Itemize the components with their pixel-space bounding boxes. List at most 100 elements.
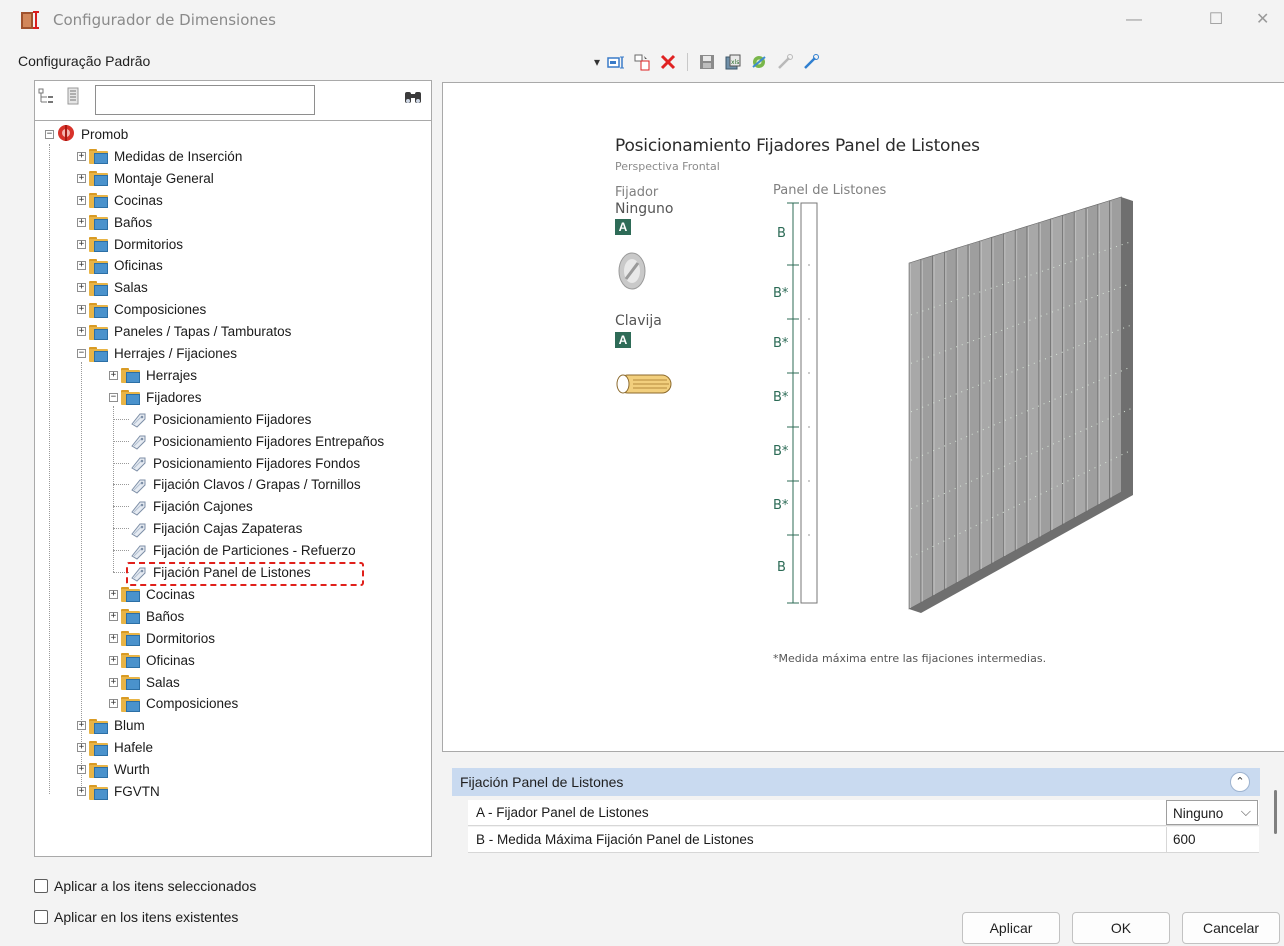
- delete-icon[interactable]: [658, 52, 678, 72]
- tree-folder[interactable]: + Dormitorios: [109, 628, 215, 649]
- tree-search-input[interactable]: [95, 85, 315, 115]
- expand-icon[interactable]: +: [77, 765, 86, 775]
- tree-folder[interactable]: + Paneles / Tapas / Tamburatos: [77, 321, 291, 342]
- maximize-button[interactable]: ☐: [1196, 6, 1236, 34]
- expand-all-icon[interactable]: [65, 87, 81, 108]
- expand-icon[interactable]: +: [109, 699, 118, 709]
- slat-panel-illustration: [905, 195, 1135, 618]
- expand-icon[interactable]: +: [109, 677, 118, 687]
- expand-icon[interactable]: +: [77, 151, 86, 161]
- tree-toolbar: [35, 81, 431, 121]
- tree-node-label: Fijación Clavos / Grapas / Tornillos: [153, 477, 361, 493]
- expand-icon[interactable]: +: [77, 217, 86, 227]
- expand-icon[interactable]: +: [77, 261, 86, 271]
- tree-item[interactable]: Posicionamiento Fijadores: [113, 409, 312, 430]
- properties-icon[interactable]: [606, 52, 626, 72]
- tree-folder[interactable]: + Montaje General: [77, 168, 214, 189]
- expand-icon[interactable]: +: [77, 283, 86, 293]
- cancel-button[interactable]: Cancelar: [1182, 912, 1280, 944]
- expand-icon[interactable]: +: [109, 589, 118, 599]
- copy-icon[interactable]: [632, 52, 652, 72]
- export-icon[interactable]: xls: [723, 52, 743, 72]
- tree-folder[interactable]: + Cocinas: [77, 190, 163, 211]
- tree-folder[interactable]: + Composiciones: [77, 299, 206, 320]
- tree-folder[interactable]: + Dormitorios: [77, 234, 183, 255]
- tree-folder[interactable]: + Salas: [77, 277, 148, 298]
- collapse-section-icon[interactable]: ⌃: [1230, 772, 1250, 792]
- expand-icon[interactable]: +: [77, 239, 86, 249]
- tree-node-label: Posicionamiento Fijadores: [153, 411, 312, 427]
- tree-folder[interactable]: + Baños: [109, 606, 184, 627]
- fijador-select[interactable]: Ninguno ⌵: [1166, 800, 1258, 825]
- tree-node-label: Baños: [146, 608, 185, 624]
- expand-icon[interactable]: +: [77, 721, 86, 731]
- expand-icon[interactable]: +: [77, 305, 86, 315]
- dim-label-b-star: B*: [773, 336, 789, 351]
- tree-item[interactable]: Fijación Clavos / Grapas / Tornillos: [113, 474, 361, 495]
- tree-item[interactable]: Posicionamiento Fijadores Entrepaños: [113, 431, 384, 452]
- expand-icon[interactable]: +: [109, 633, 118, 643]
- tree-folder[interactable]: + Baños: [77, 212, 152, 233]
- tree-node-label: Composiciones: [114, 302, 207, 318]
- expand-icon[interactable]: +: [109, 655, 118, 665]
- tree-folder[interactable]: + Herrajes: [109, 365, 197, 386]
- tree-folder[interactable]: + Oficinas: [77, 255, 163, 276]
- checkbox-box[interactable]: [34, 879, 48, 893]
- tree-node-label: Salas: [146, 674, 180, 690]
- configuration-name[interactable]: Configuração Padrão: [18, 53, 150, 69]
- tree-folder[interactable]: − Herrajes / Fijaciones: [77, 343, 237, 364]
- edit-icon[interactable]: [801, 52, 821, 72]
- ok-button[interactable]: OK: [1072, 912, 1170, 944]
- tag-icon: [129, 520, 147, 538]
- no-symbol-icon: [617, 251, 647, 294]
- collapse-icon[interactable]: −: [77, 349, 86, 358]
- medida-value-field[interactable]: 600: [1166, 827, 1258, 852]
- tree-folder[interactable]: + Medidas de Inserción: [77, 146, 242, 167]
- apply-button[interactable]: Aplicar: [962, 912, 1060, 944]
- dowel-icon: [613, 371, 679, 400]
- tree-folder[interactable]: + Blum: [77, 715, 145, 736]
- binoculars-search-icon[interactable]: [403, 89, 423, 110]
- panel-label: Panel de Listones: [773, 183, 887, 198]
- collapse-icon[interactable]: −: [45, 130, 54, 139]
- save-icon[interactable]: [697, 52, 717, 72]
- expand-icon[interactable]: +: [77, 787, 86, 796]
- tree-item[interactable]: Fijación Cajas Zapateras: [113, 518, 302, 539]
- tree-folder[interactable]: − Fijadores: [109, 387, 202, 408]
- expand-icon[interactable]: +: [77, 327, 86, 337]
- expand-icon[interactable]: +: [109, 611, 118, 621]
- tree-item[interactable]: Fijación de Particiones - Refuerzo: [113, 540, 356, 561]
- property-scrollbar[interactable]: [1274, 790, 1277, 834]
- collapse-icon[interactable]: −: [109, 392, 118, 402]
- close-button[interactable]: ✕: [1256, 6, 1284, 34]
- tree-folder[interactable]: + Wurth: [77, 759, 150, 780]
- tree-folder[interactable]: + Cocinas: [109, 584, 195, 605]
- tree-folder[interactable]: + Hafele: [77, 737, 153, 758]
- settings-icon[interactable]: [749, 52, 769, 72]
- collapse-all-icon[interactable]: [37, 87, 55, 108]
- property-section-header[interactable]: Fijación Panel de Listones ⌃: [452, 768, 1260, 796]
- link-icon[interactable]: [775, 52, 795, 72]
- tree-item[interactable]: Posicionamiento Fijadores Fondos: [113, 453, 360, 474]
- chevron-down-icon[interactable]: ⌵: [1241, 804, 1251, 820]
- tree-node-label: Fijación de Particiones - Refuerzo: [153, 543, 356, 559]
- preview-subtitle: Perspectiva Frontal: [615, 160, 720, 173]
- highlight-annotation-box: [126, 562, 364, 586]
- tree-folder[interactable]: + Composiciones: [109, 693, 238, 714]
- configuration-dropdown-arrow[interactable]: ▾: [594, 55, 600, 69]
- tree-root[interactable]: − Promob: [45, 124, 128, 145]
- expand-icon[interactable]: +: [109, 370, 118, 380]
- tree-folder[interactable]: + FGVTN: [77, 781, 160, 802]
- apply-existing-checkbox[interactable]: Aplicar en los itens existentes: [34, 909, 238, 925]
- apply-selected-checkbox[interactable]: Aplicar a los itens seleccionados: [34, 878, 256, 894]
- tree-item[interactable]: Fijación Cajones: [113, 496, 253, 517]
- folder-icon: [89, 762, 109, 778]
- checkbox-box[interactable]: [34, 910, 48, 924]
- expand-icon[interactable]: +: [77, 195, 86, 205]
- folder-icon: [89, 192, 109, 209]
- tree-folder[interactable]: + Salas: [109, 672, 180, 693]
- expand-icon[interactable]: +: [77, 743, 86, 753]
- minimize-button[interactable]: —: [1114, 6, 1154, 34]
- expand-icon[interactable]: +: [77, 173, 86, 183]
- tree-folder[interactable]: + Oficinas: [109, 650, 195, 671]
